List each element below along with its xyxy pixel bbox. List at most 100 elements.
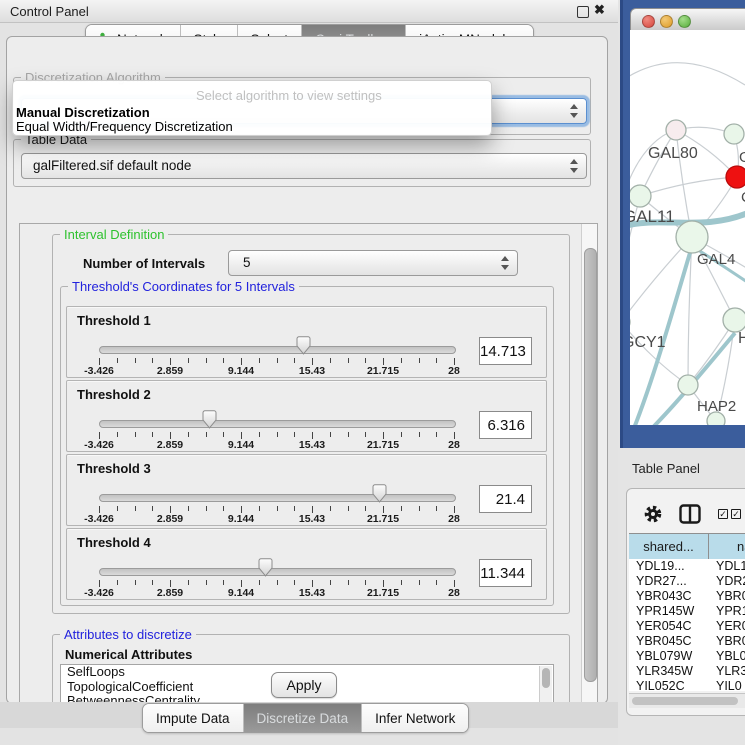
slider-track[interactable]	[99, 568, 456, 576]
threshold-label: Threshold 3	[77, 461, 151, 476]
slider-thumb[interactable]	[258, 558, 273, 577]
checkbox-icon[interactable]: ✓	[731, 509, 741, 519]
threshold-row-3: Threshold 3-3.4262.8599.14415.4321.71528…	[66, 454, 547, 526]
slider-tick	[419, 432, 420, 437]
slider-tick	[330, 506, 331, 511]
slider-tick	[294, 580, 295, 585]
network-node[interactable]	[724, 124, 744, 144]
table-row[interactable]: YLR345WYLR3	[629, 664, 745, 679]
popup-item-manual-discretization[interactable]: Manual Discretization	[16, 105, 150, 120]
network-node-h[interactable]	[723, 308, 745, 332]
slider-tick	[365, 506, 366, 511]
network-node-gal11[interactable]	[630, 185, 651, 207]
slider-tick-label: 9.144	[228, 439, 254, 451]
close-icon[interactable]: ✖	[594, 2, 605, 18]
slider-track[interactable]	[99, 494, 456, 502]
slider-tick-label: 9.144	[228, 513, 254, 525]
slider-tick-label: 2.859	[157, 439, 183, 451]
table-row[interactable]: YER054CYER0	[629, 619, 745, 634]
slider-tick-label: 9.144	[228, 587, 254, 599]
threshold-value-field[interactable]: 21.4	[479, 485, 532, 513]
table-data-value: galFiltered.sif default node	[33, 158, 191, 173]
table-row[interactable]: YDL19...YDL1	[629, 559, 745, 574]
slider-tick-label: -3.426	[84, 513, 114, 525]
slider-thumb[interactable]	[372, 484, 387, 503]
column-header-name[interactable]: na	[709, 534, 745, 559]
slider-tick	[312, 506, 313, 513]
interval-definition-title: Interval Definition	[60, 227, 168, 242]
main-scrollbar-thumb[interactable]	[584, 248, 597, 682]
slider-track[interactable]	[99, 346, 456, 354]
slider-tick-label: 21.715	[367, 439, 399, 451]
slider-tick	[277, 506, 278, 511]
cyni-toolbox-content: Discretization Algorithm Table Data galF…	[6, 36, 608, 704]
slider-thumb[interactable]	[296, 336, 311, 355]
gear-icon[interactable]	[644, 505, 662, 523]
threshold-value-field[interactable]: 11.344	[479, 559, 532, 587]
threshold-value-field[interactable]: 14.713	[479, 337, 532, 365]
slider-tick	[454, 358, 455, 365]
table-row[interactable]: YBR045CYBR0	[629, 634, 745, 649]
list-scrollbar[interactable]	[539, 666, 552, 704]
threshold-label: Threshold 4	[77, 535, 151, 550]
slider-tick	[188, 432, 189, 437]
slider-tick	[419, 358, 420, 363]
tab-infer-network[interactable]: Infer Network	[362, 704, 468, 732]
thresholds-group-title: Threshold's Coordinates for 5 Intervals	[68, 279, 299, 294]
minimize-traffic-light-icon[interactable]	[660, 15, 673, 28]
slider-tick	[170, 506, 171, 513]
slider-track[interactable]	[99, 420, 456, 428]
table-data-combo[interactable]: galFiltered.sif default node	[21, 153, 587, 179]
slider-tick	[152, 506, 153, 511]
slider-tick	[135, 580, 136, 585]
cell-name: YBR0	[716, 589, 745, 603]
checkbox-icon[interactable]: ✓	[718, 509, 728, 519]
table-body[interactable]: YDL19...YDL1YDR27...YDR2YBR043CYBR0YPR14…	[629, 559, 745, 691]
node-label-c: C	[741, 189, 745, 206]
cell-name: YER0	[716, 619, 745, 633]
popup-item-equal-width-frequency-discretization[interactable]: Equal Width/Frequency Discretization	[16, 119, 233, 134]
network-canvas[interactable]: GAL80GCGAL11GAL4GCY1HHAP2	[630, 30, 745, 425]
network-nodes[interactable]	[630, 120, 745, 425]
slider-tick-label: 21.715	[367, 587, 399, 599]
table-row[interactable]: YBL079WYBL0	[629, 649, 745, 664]
threshold-value-field[interactable]: 6.316	[479, 411, 532, 439]
combo-stepper-icon	[570, 103, 579, 119]
network-node-gal4[interactable]	[676, 221, 708, 253]
column-layout-icon[interactable]	[679, 504, 701, 524]
table-row[interactable]: YIL052CYIL0	[629, 679, 745, 691]
table-row[interactable]: YDR27...YDR2	[629, 574, 745, 589]
main-scrollbar-track[interactable]	[581, 224, 597, 706]
table-row[interactable]: YBR043CYBR0	[629, 589, 745, 604]
apply-button[interactable]: Apply	[271, 672, 337, 698]
network-window-titlebar	[630, 8, 745, 32]
slider-tick	[348, 506, 349, 511]
zoom-traffic-light-icon[interactable]	[678, 15, 691, 28]
close-traffic-light-icon[interactable]	[642, 15, 655, 28]
table-row[interactable]: YPR145WYPR1	[629, 604, 745, 619]
tab-impute-data[interactable]: Impute Data	[143, 704, 244, 732]
algorithm-popup-hint: Select algorithm to view settings	[196, 88, 382, 103]
bottom-tab-bar: Impute Data Discretize Data Infer Network	[142, 703, 469, 733]
slider-tick	[312, 580, 313, 587]
column-header-shared[interactable]: shared...	[629, 534, 709, 559]
cell-shared-name: YDR27...	[636, 574, 687, 588]
cell-shared-name: YPR145W	[636, 604, 694, 618]
tab-label: Discretize Data	[257, 711, 349, 726]
slider-tick	[348, 358, 349, 363]
table-hscrollbar-track[interactable]	[629, 693, 745, 708]
network-node-gal80[interactable]	[666, 120, 686, 140]
slider-tick-label: -3.426	[84, 365, 114, 377]
attributes-group-title: Attributes to discretize	[60, 627, 196, 642]
float-window-icon[interactable]	[577, 6, 589, 18]
node-label-gal80: GAL80	[648, 145, 698, 162]
slider-thumb[interactable]	[202, 410, 217, 429]
network-node-hap2[interactable]	[678, 375, 698, 395]
slider-tick	[348, 432, 349, 437]
tab-discretize-data[interactable]: Discretize Data	[244, 704, 363, 732]
slider-tick	[99, 432, 100, 439]
slider-tick-label: 15.43	[299, 513, 325, 525]
table-hscrollbar-thumb[interactable]	[632, 697, 738, 705]
network-node-c[interactable]	[726, 166, 745, 188]
number-of-intervals-combo[interactable]: 5	[228, 250, 518, 276]
